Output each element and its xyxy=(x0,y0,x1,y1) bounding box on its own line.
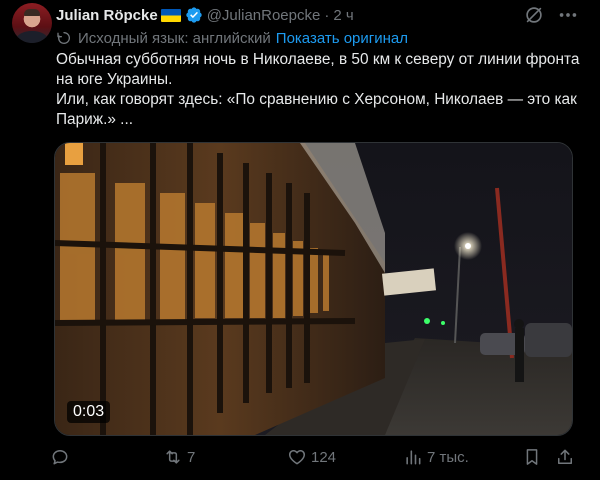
views-icon xyxy=(406,450,421,465)
separator-dot: · xyxy=(324,6,330,24)
tweet-text: Обычная субботняя ночь в Николаеве, в 50… xyxy=(56,50,596,130)
bookmark-icon xyxy=(526,449,538,465)
translate-icon xyxy=(57,31,70,44)
translation-notice: Исходный язык: английский Показать ориги… xyxy=(56,28,408,48)
avatar[interactable] xyxy=(12,3,52,43)
share-icon xyxy=(558,449,572,464)
like-icon xyxy=(288,450,306,465)
video-duration: 0:03 xyxy=(67,401,111,423)
like-button[interactable]: 124 xyxy=(287,446,336,468)
like-count: 124 xyxy=(311,448,337,466)
video-frame xyxy=(55,143,572,435)
views-count: 7 тыс. xyxy=(427,448,469,466)
reply-icon xyxy=(52,450,68,465)
tweet-paragraph: Обычная субботняя ночь в Николаеве, в 50… xyxy=(56,51,580,88)
tweet-actions: 7 124 7 тыс. xyxy=(50,446,580,468)
avatar-hair xyxy=(24,9,40,16)
author-handle[interactable]: @JulianRoepcke xyxy=(207,7,321,24)
more-icon[interactable] xyxy=(556,4,580,26)
grok-icon[interactable] xyxy=(523,4,545,26)
video-player[interactable]: 0:03 xyxy=(54,142,573,436)
tweet-header: Julian Röpcke @JulianRoepcke · 2 ч xyxy=(56,4,354,26)
retweet-button[interactable]: 7 xyxy=(163,446,195,468)
tweet-time[interactable]: 2 ч xyxy=(333,7,353,24)
retweet-count: 7 xyxy=(187,448,196,466)
ukraine-flag-icon xyxy=(160,8,181,22)
avatar-shoulders xyxy=(16,31,48,43)
verified-badge-icon xyxy=(186,7,202,23)
views-button[interactable]: 7 тыс. xyxy=(403,446,469,468)
tweet-paragraph: Или, как говорят здесь: «По сравнению с … xyxy=(56,91,577,128)
retweet-icon xyxy=(166,450,180,464)
reply-button[interactable] xyxy=(50,446,74,468)
show-original-link[interactable]: Показать оригинал xyxy=(276,30,408,47)
bookmark-button[interactable] xyxy=(522,446,542,468)
share-button[interactable] xyxy=(555,446,575,468)
source-language-label: Исходный язык: английский xyxy=(78,29,271,47)
author-name[interactable]: Julian Röpcke xyxy=(56,7,158,24)
